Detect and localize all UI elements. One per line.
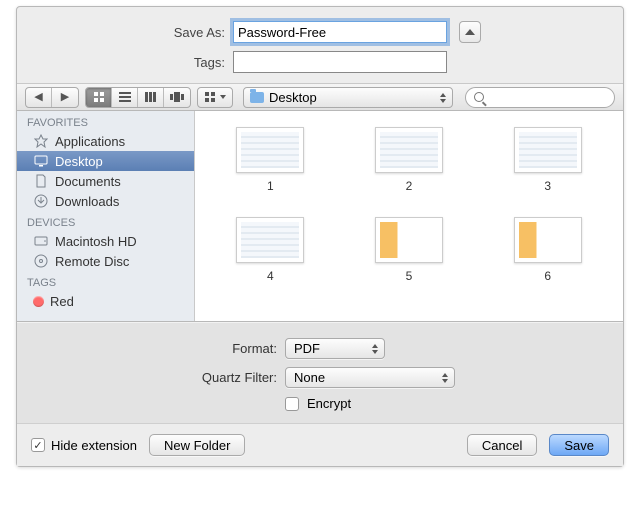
updown-arrows-icon <box>370 342 380 356</box>
browser-toolbar: ◀ ▶ Desktop <box>17 83 623 111</box>
file-label: 1 <box>267 179 274 193</box>
updown-arrows-icon <box>440 371 450 385</box>
sidebar-item-tag-red[interactable]: Red <box>17 291 194 311</box>
updown-arrows-icon <box>438 91 448 105</box>
sidebar-item-label: Documents <box>55 174 121 189</box>
options-panel: Format: PDF Quartz Filter: None Encrypt <box>17 321 623 466</box>
sidebar-item-label: Applications <box>55 134 125 149</box>
sidebar-item-remote-disc[interactable]: Remote Disc <box>17 251 194 271</box>
coverflow-view-icon <box>170 92 184 102</box>
save-as-input[interactable] <box>233 21 447 43</box>
tags-label: Tags: <box>17 55 225 70</box>
file-label: 2 <box>406 179 413 193</box>
sidebar-item-label: Red <box>50 294 74 309</box>
location-popup[interactable]: Desktop <box>243 87 453 108</box>
sidebar-header-favorites: FAVORITES <box>17 111 194 131</box>
format-select[interactable]: PDF <box>285 338 385 359</box>
view-list-button[interactable] <box>112 88 138 107</box>
disc-icon <box>33 254 49 268</box>
encrypt-label: Encrypt <box>307 396 351 411</box>
forward-button[interactable]: ▶ <box>52 88 78 107</box>
file-thumbnail <box>514 217 582 263</box>
sidebar-item-macintosh-hd[interactable]: Macintosh HD <box>17 231 194 251</box>
sidebar-item-label: Remote Disc <box>55 254 129 269</box>
file-item[interactable]: 3 <box>498 127 597 193</box>
sidebar-item-applications[interactable]: Applications <box>17 131 194 151</box>
cancel-button[interactable]: Cancel <box>467 434 537 456</box>
arrange-icon <box>205 92 217 102</box>
arrange-button[interactable] <box>198 88 232 107</box>
hd-icon <box>33 234 49 248</box>
file-item[interactable]: 2 <box>360 127 459 193</box>
desktop-icon <box>33 154 49 168</box>
hide-extension-toggle[interactable]: Hide extension <box>31 438 137 453</box>
column-view-icon <box>145 92 157 102</box>
file-label: 6 <box>544 269 551 283</box>
file-item[interactable]: 6 <box>498 217 597 283</box>
button-bar: Hide extension New Folder Cancel Save <box>17 423 623 466</box>
sidebar: FAVORITES Applications Desktop Documents… <box>17 111 195 321</box>
view-coverflow-button[interactable] <box>164 88 190 107</box>
list-view-icon <box>119 92 131 102</box>
documents-icon <box>33 174 49 188</box>
chevron-down-icon <box>220 95 226 99</box>
top-fields: Save As: Tags: <box>17 7 623 83</box>
search-icon <box>474 92 484 102</box>
format-label: Format: <box>17 341 277 356</box>
file-label: 4 <box>267 269 274 283</box>
search-input[interactable] <box>488 90 606 104</box>
quartz-filter-value: None <box>294 370 325 385</box>
file-grid: 1 2 3 4 5 <box>195 111 623 321</box>
icon-view-icon <box>93 91 105 103</box>
tag-dot-icon <box>33 296 44 307</box>
quartz-filter-select[interactable]: None <box>285 367 455 388</box>
encrypt-checkbox[interactable] <box>285 397 299 411</box>
view-icon-button[interactable] <box>86 88 112 107</box>
collapse-disclosure-button[interactable] <box>459 21 481 43</box>
file-thumbnail <box>236 127 304 173</box>
file-label: 5 <box>406 269 413 283</box>
file-label: 3 <box>544 179 551 193</box>
format-value: PDF <box>294 341 320 356</box>
save-as-label: Save As: <box>17 25 225 40</box>
file-thumbnail <box>514 127 582 173</box>
sidebar-item-label: Downloads <box>55 194 119 209</box>
downloads-icon <box>33 194 49 208</box>
sidebar-item-documents[interactable]: Documents <box>17 171 194 191</box>
triangle-right-icon: ▶ <box>61 92 69 103</box>
file-browser: FAVORITES Applications Desktop Documents… <box>17 111 623 321</box>
location-label: Desktop <box>269 90 317 105</box>
back-button[interactable]: ◀ <box>26 88 52 107</box>
file-thumbnail <box>236 217 304 263</box>
file-item[interactable]: 5 <box>360 217 459 283</box>
search-field[interactable] <box>465 87 615 108</box>
sidebar-header-tags: TAGS <box>17 271 194 291</box>
save-dialog: Save As: Tags: ◀ ▶ <box>16 6 624 467</box>
folder-icon <box>250 92 264 103</box>
file-item[interactable]: 1 <box>221 127 320 193</box>
hide-extension-checkbox[interactable] <box>31 438 45 452</box>
tags-input[interactable] <box>233 51 447 73</box>
new-folder-button[interactable]: New Folder <box>149 434 245 456</box>
arrange-segment <box>197 87 233 108</box>
file-thumbnail <box>375 217 443 263</box>
triangle-up-icon <box>465 29 475 35</box>
file-thumbnail <box>375 127 443 173</box>
sidebar-item-label: Desktop <box>55 154 103 169</box>
view-mode-segment <box>85 87 191 108</box>
file-item[interactable]: 4 <box>221 217 320 283</box>
quartz-filter-label: Quartz Filter: <box>17 370 277 385</box>
sidebar-item-label: Macintosh HD <box>55 234 137 249</box>
sidebar-header-devices: DEVICES <box>17 211 194 231</box>
hide-extension-label: Hide extension <box>51 438 137 453</box>
view-column-button[interactable] <box>138 88 164 107</box>
nav-back-forward: ◀ ▶ <box>25 87 79 108</box>
sidebar-item-downloads[interactable]: Downloads <box>17 191 194 211</box>
triangle-left-icon: ◀ <box>34 92 42 103</box>
sidebar-item-desktop[interactable]: Desktop <box>17 151 194 171</box>
applications-icon <box>33 134 49 148</box>
save-button[interactable]: Save <box>549 434 609 456</box>
